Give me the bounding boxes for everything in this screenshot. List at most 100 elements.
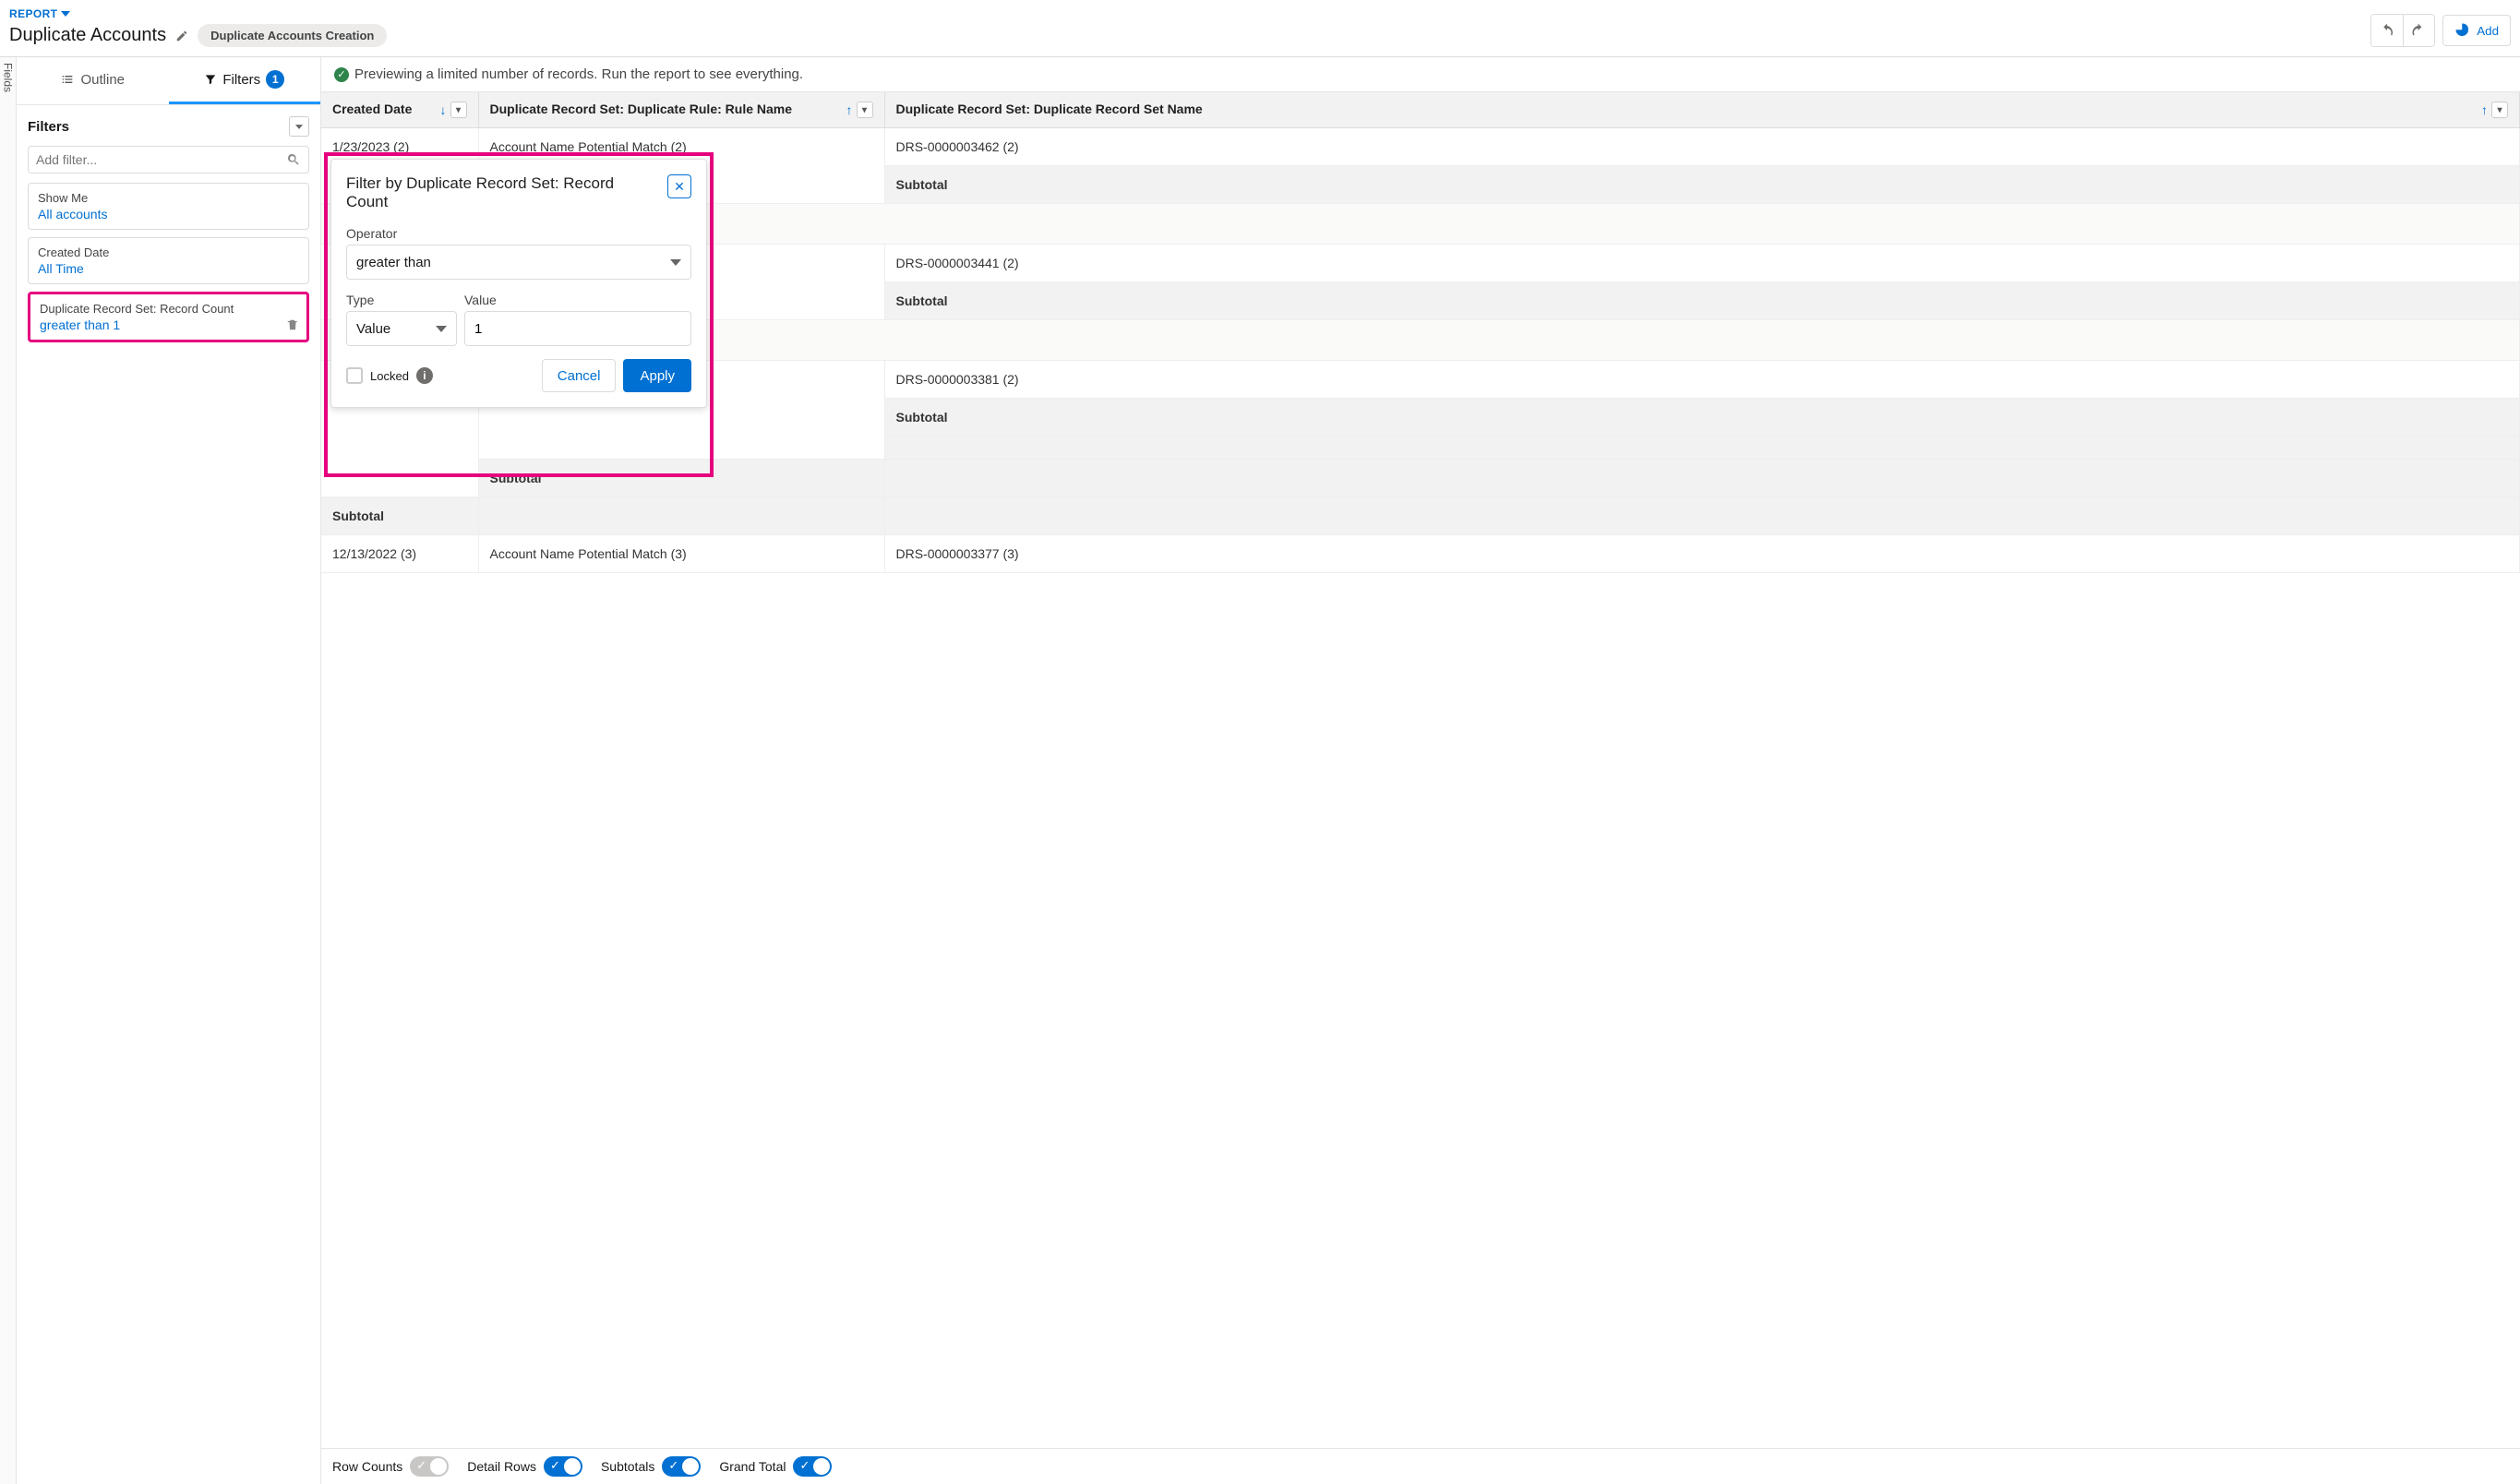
cell: Subtotal: [884, 282, 2520, 320]
report-type-pill[interactable]: Duplicate Accounts Creation: [198, 24, 387, 47]
fields-rail-label: Fields: [2, 63, 15, 92]
header: REPORT Duplicate Accounts Duplicate Acco…: [0, 0, 2520, 57]
column-header-rule-name[interactable]: Duplicate Record Set: Duplicate Rule: Ru…: [478, 92, 884, 128]
preview-text: Previewing a limited number of records. …: [354, 66, 803, 82]
chart-icon: [2454, 22, 2471, 39]
sort-up-icon: ↑: [2481, 102, 2488, 117]
value-input-wrap[interactable]: [464, 311, 691, 346]
preview-bar: ✓ Previewing a limited number of records…: [321, 57, 2520, 92]
toggle-label: Grand Total: [719, 1459, 786, 1474]
chevron-down-icon: [436, 326, 447, 332]
redo-icon: [2411, 22, 2428, 39]
toggle-row-counts: Row Counts: [332, 1456, 449, 1477]
chevron-down-icon: [670, 259, 681, 266]
undo-redo-group: [2370, 14, 2435, 47]
locked-label: Locked: [370, 369, 409, 383]
type-select[interactable]: Value: [346, 311, 457, 346]
filters-menu-button[interactable]: [289, 116, 309, 137]
column-menu-button[interactable]: ▾: [2491, 102, 2508, 118]
grand-total-toggle[interactable]: [793, 1456, 832, 1477]
toggle-label: Row Counts: [332, 1459, 402, 1474]
value-input[interactable]: [474, 321, 681, 337]
column-label: Duplicate Record Set: Duplicate Record S…: [896, 102, 1203, 116]
value-label: Value: [464, 293, 691, 307]
toggle-grand-total: Grand Total: [719, 1456, 832, 1477]
tab-outline-label: Outline: [80, 72, 125, 88]
filter-value: All accounts: [38, 207, 299, 221]
column-label: Created Date: [332, 102, 412, 116]
chevron-down-icon: [61, 11, 70, 17]
filter-label: Show Me: [38, 191, 299, 205]
column-menu-button[interactable]: ▾: [450, 102, 467, 118]
trash-icon[interactable]: [286, 318, 299, 331]
cell: Subtotal: [884, 399, 2520, 437]
operator-label: Operator: [346, 226, 691, 241]
check-icon: ✓: [334, 67, 349, 82]
fields-rail[interactable]: Fields: [0, 57, 17, 1484]
sort-up-icon: ↑: [846, 102, 853, 117]
info-icon[interactable]: i: [416, 367, 433, 384]
close-icon: ✕: [674, 179, 685, 195]
toggle-subtotals: Subtotals: [601, 1456, 701, 1477]
popover-title: Filter by Duplicate Record Set: Record C…: [346, 174, 632, 211]
type-label: Type: [346, 293, 457, 307]
cell: DRS-0000003441 (2): [884, 245, 2520, 282]
tab-filters[interactable]: Filters 1: [169, 57, 321, 104]
redo-button[interactable]: [2403, 15, 2434, 46]
filter-label: Created Date: [38, 245, 299, 259]
operator-value: greater than: [356, 255, 431, 270]
filter-card-show-me[interactable]: Show Me All accounts: [28, 183, 309, 230]
cell: DRS-0000003381 (2): [884, 361, 2520, 399]
breadcrumb-label: REPORT: [9, 7, 57, 20]
cancel-button[interactable]: Cancel: [542, 359, 617, 392]
close-button[interactable]: ✕: [667, 174, 691, 198]
add-chart-button[interactable]: Add: [2442, 15, 2511, 46]
column-header-created-date[interactable]: Created Date ↓ ▾: [321, 92, 478, 128]
pencil-icon[interactable]: [175, 30, 188, 42]
search-icon: [286, 152, 301, 167]
operator-select[interactable]: greater than: [346, 245, 691, 280]
cell: Account Name Potential Match (3): [478, 535, 884, 573]
report-area: ✓ Previewing a limited number of records…: [321, 57, 2520, 1484]
add-button-label: Add: [2477, 24, 2499, 38]
cell: [478, 497, 884, 535]
sidebar: Outline Filters 1 Filters: [17, 57, 321, 1484]
column-label: Duplicate Record Set: Duplicate Rule: Ru…: [490, 102, 793, 116]
subtotals-toggle[interactable]: [662, 1456, 701, 1477]
page-title: Duplicate Accounts: [9, 25, 166, 46]
cell: [884, 460, 2520, 497]
tab-outline[interactable]: Outline: [17, 57, 169, 104]
breadcrumb[interactable]: REPORT: [9, 7, 387, 20]
locked-checkbox[interactable]: [346, 367, 363, 384]
filters-title: Filters: [28, 119, 69, 135]
detail-rows-toggle[interactable]: [544, 1456, 582, 1477]
footer: Row Counts Detail Rows Subtotals Grand T…: [321, 1448, 2520, 1484]
add-filter-search[interactable]: [28, 146, 309, 174]
filter-card-record-count[interactable]: Duplicate Record Set: Record Count great…: [28, 292, 309, 342]
cell: 12/13/2022 (3): [321, 535, 478, 573]
filters-count-badge: 1: [266, 70, 284, 89]
list-icon: [60, 72, 75, 87]
undo-button[interactable]: [2371, 15, 2403, 46]
cell: DRS-0000003377 (3): [884, 535, 2520, 573]
search-input[interactable]: [36, 152, 286, 167]
toggle-detail-rows: Detail Rows: [467, 1456, 582, 1477]
row-counts-toggle[interactable]: [410, 1456, 449, 1477]
funnel-icon: [204, 73, 217, 86]
filter-card-created-date[interactable]: Created Date All Time: [28, 237, 309, 284]
cell: DRS-0000003462 (2): [884, 128, 2520, 166]
apply-button[interactable]: Apply: [623, 359, 691, 392]
cell: [884, 437, 2520, 460]
table-row: 12/13/2022 (3) Account Name Potential Ma…: [321, 535, 2520, 573]
type-value: Value: [356, 321, 390, 337]
toggle-label: Detail Rows: [467, 1459, 536, 1474]
sort-down-icon: ↓: [440, 102, 447, 117]
filter-label: Duplicate Record Set: Record Count: [40, 302, 297, 316]
chevron-down-icon: [295, 125, 303, 129]
toggle-label: Subtotals: [601, 1459, 654, 1474]
column-header-set-name[interactable]: Duplicate Record Set: Duplicate Record S…: [884, 92, 2520, 128]
filter-value: All Time: [38, 261, 299, 276]
filter-value: greater than 1: [40, 317, 297, 332]
subtotal-row: Subtotal: [321, 497, 2520, 535]
column-menu-button[interactable]: ▾: [857, 102, 873, 118]
